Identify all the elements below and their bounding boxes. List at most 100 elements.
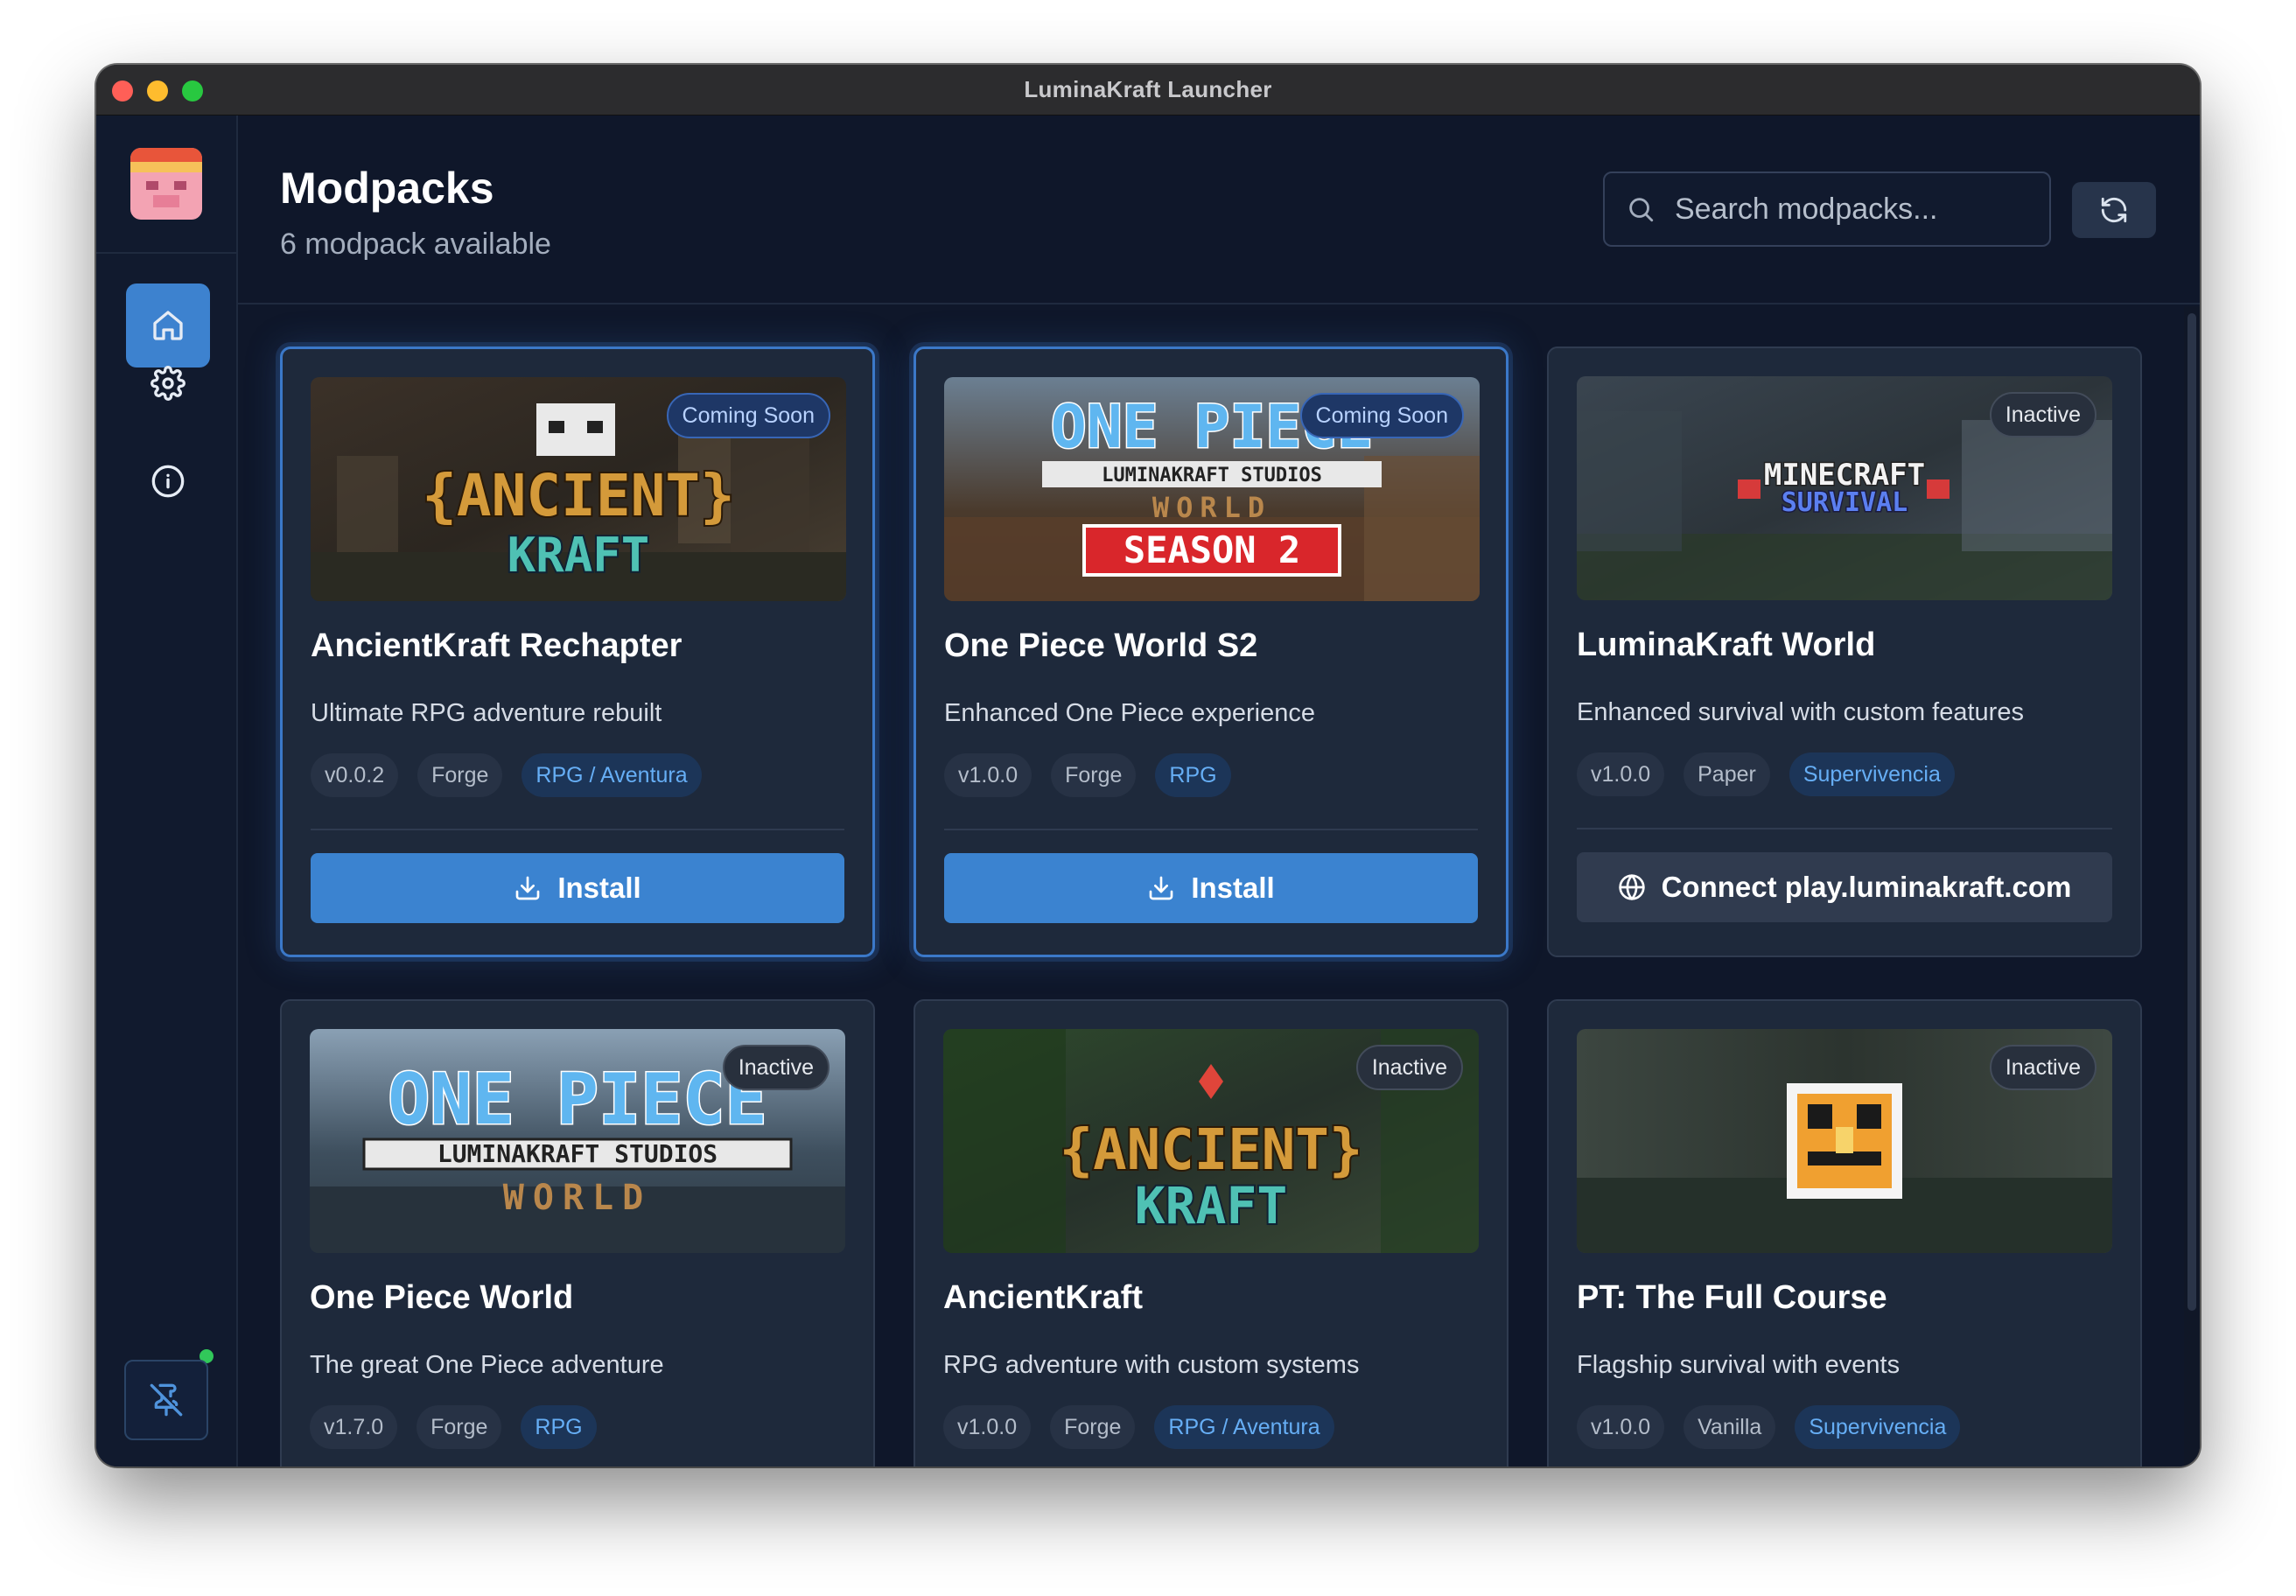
status-badge: Inactive <box>1355 1045 1463 1090</box>
page-title: Modpacks <box>280 164 494 213</box>
banner-studio: LUMINAKRAFT STUDIOS <box>438 1139 718 1168</box>
banner-title-line1: {ANCIENT} <box>1060 1118 1363 1183</box>
main-content: Modpacks 6 modpack available Search modp… <box>238 116 2200 1466</box>
modpack-card[interactable]: Inactive PT: The Full Course Flagship su… <box>1547 999 2142 1466</box>
modpack-banner: ONE PIECE LUMINAKRAFT STUDIOS WORLD Inac… <box>310 1029 845 1253</box>
modpack-title: AncientKraft <box>943 1279 1144 1316</box>
modpack-banner: Inactive <box>1577 1029 2112 1253</box>
install-button[interactable]: Install <box>944 853 1478 923</box>
install-label: Install <box>1191 872 1275 904</box>
modpack-title: One Piece World <box>310 1279 574 1316</box>
modpack-tags: v1.0.0 Forge RPG / Aventura <box>943 1405 1334 1449</box>
modpack-description: Enhanced survival with custom features <box>1577 698 2024 726</box>
card-divider <box>944 829 1478 830</box>
search-icon <box>1629 198 1654 222</box>
modpack-banner: MINECRAFT SURVIVAL Inactive <box>1577 376 2112 600</box>
banner-title-line2: KRAFT <box>1135 1176 1288 1236</box>
banner-world: WORLD <box>503 1178 652 1218</box>
modpack-tags: v1.0.0 Forge RPG <box>944 753 1231 797</box>
loader-tag: Forge <box>1050 1405 1136 1449</box>
sidebar-item-settings[interactable] <box>126 341 210 425</box>
window-title: LuminaKraft Launcher <box>1024 76 1272 102</box>
modpack-banner: ONE PIECE LUMINAKRAFT STUDIOS WORLD SEAS… <box>944 377 1480 601</box>
info-icon <box>151 465 185 498</box>
card-divider <box>311 829 844 830</box>
search-box[interactable] <box>1603 172 2051 247</box>
scrollbar-thumb[interactable] <box>2188 313 2196 1311</box>
modpack-tags: v1.0.0 Vanilla Supervivencia <box>1577 1405 1961 1449</box>
banner-title-line1: {ANCIENT} <box>422 462 735 529</box>
status-badge: Inactive <box>722 1045 830 1090</box>
download-icon <box>1149 876 1173 900</box>
window-controls <box>112 80 203 102</box>
refresh-icon <box>2101 197 2127 223</box>
globe-icon <box>1618 874 1645 900</box>
modpack-card[interactable]: MINECRAFT SURVIVAL Inactive LuminaKraft … <box>1547 346 2142 957</box>
status-badge: Inactive <box>1989 392 2096 438</box>
pin-off-icon <box>150 1383 183 1417</box>
refresh-button[interactable] <box>2072 182 2156 238</box>
modpack-description: Enhanced One Piece experience <box>944 699 1316 727</box>
category-tag: RPG / Aventura <box>1154 1405 1334 1449</box>
loader-tag: Forge <box>416 1405 502 1449</box>
download-icon <box>515 876 540 900</box>
version-tag: v1.0.0 <box>944 753 1032 797</box>
pixel-pig-logo[interactable] <box>130 148 202 220</box>
modpack-description: Flagship survival with events <box>1577 1351 1900 1379</box>
close-window-button[interactable] <box>112 80 133 102</box>
modpack-description: RPG adventure with custom systems <box>943 1351 1360 1379</box>
category-tag: RPG / Aventura <box>522 753 702 797</box>
banner-title-line1: ONE PIECE <box>388 1059 766 1140</box>
connect-button[interactable]: Connect play.luminakraft.com <box>1577 852 2112 922</box>
search-input[interactable] <box>1675 192 2042 227</box>
sidebar-item-about[interactable] <box>126 439 210 523</box>
modpack-card[interactable]: {ANCIENT} KRAFT Inactive AncientKraft RP… <box>914 999 1508 1466</box>
modpack-description: The great One Piece adventure <box>310 1351 664 1379</box>
loader-tag: Forge <box>417 753 503 797</box>
banner-title-line2: SURVIVAL <box>1782 487 1908 518</box>
version-tag: v0.0.2 <box>311 753 399 797</box>
category-tag: RPG <box>1155 753 1231 797</box>
version-tag: v1.0.0 <box>1577 1405 1665 1449</box>
home-icon <box>153 311 183 340</box>
page-header: Modpacks 6 modpack available <box>238 116 2200 304</box>
category-tag: RPG <box>521 1405 597 1449</box>
modpack-banner: {ANCIENT} KRAFT Inactive <box>943 1029 1479 1253</box>
category-tag: Supervivencia <box>1788 752 1955 796</box>
version-tag: v1.0.0 <box>943 1405 1032 1449</box>
modpack-banner: {ANCIENT} KRAFT Coming Soon <box>311 377 846 601</box>
banner-title-line2: KRAFT <box>508 528 650 583</box>
sidebar <box>96 116 238 1466</box>
install-button[interactable]: Install <box>311 853 844 923</box>
modpack-card[interactable]: ONE PIECE LUMINAKRAFT STUDIOS WORLD SEAS… <box>914 346 1508 957</box>
status-badge: Coming Soon <box>666 393 830 438</box>
loader-tag: Paper <box>1684 752 1770 796</box>
modpack-title: AncientKraft Rechapter <box>311 627 682 664</box>
modpack-tags: v1.7.0 Forge RPG <box>310 1405 597 1449</box>
app-window: LuminaKraft Launcher Modpacks 6 modpack … <box>96 65 2200 1466</box>
title-bar: LuminaKraft Launcher <box>96 65 2200 116</box>
modpack-tags: v0.0.2 Forge RPG / Aventura <box>311 753 702 797</box>
minimize-window-button[interactable] <box>147 80 168 102</box>
modpack-description: Ultimate RPG adventure rebuilt <box>311 699 662 727</box>
logo-area <box>96 116 236 254</box>
pin-sidebar-button[interactable] <box>124 1360 208 1440</box>
connect-label: Connect play.luminakraft.com <box>1661 871 2072 903</box>
version-tag: v1.7.0 <box>310 1405 398 1449</box>
loader-tag: Vanilla <box>1684 1405 1776 1449</box>
modpack-title: PT: The Full Course <box>1577 1279 1887 1316</box>
banner-world: WORLD <box>1152 491 1271 524</box>
modpack-card[interactable]: ONE PIECE LUMINAKRAFT STUDIOS WORLD Inac… <box>280 999 875 1466</box>
category-tag: Supervivencia <box>1795 1405 1961 1449</box>
modpack-card[interactable]: {ANCIENT} KRAFT Coming Soon AncientKraft… <box>280 346 875 957</box>
modpack-title: LuminaKraft World <box>1577 626 1876 663</box>
install-label: Install <box>557 872 641 904</box>
gear-icon <box>150 366 186 401</box>
modpack-title: One Piece World S2 <box>944 627 1258 664</box>
banner-studio: LUMINAKRAFT STUDIOS <box>1102 465 1322 486</box>
card-divider <box>1577 828 2112 830</box>
loader-tag: Forge <box>1051 753 1137 797</box>
version-tag: v1.0.0 <box>1577 752 1665 796</box>
modpack-count: 6 modpack available <box>280 228 551 261</box>
zoom-window-button[interactable] <box>182 80 203 102</box>
